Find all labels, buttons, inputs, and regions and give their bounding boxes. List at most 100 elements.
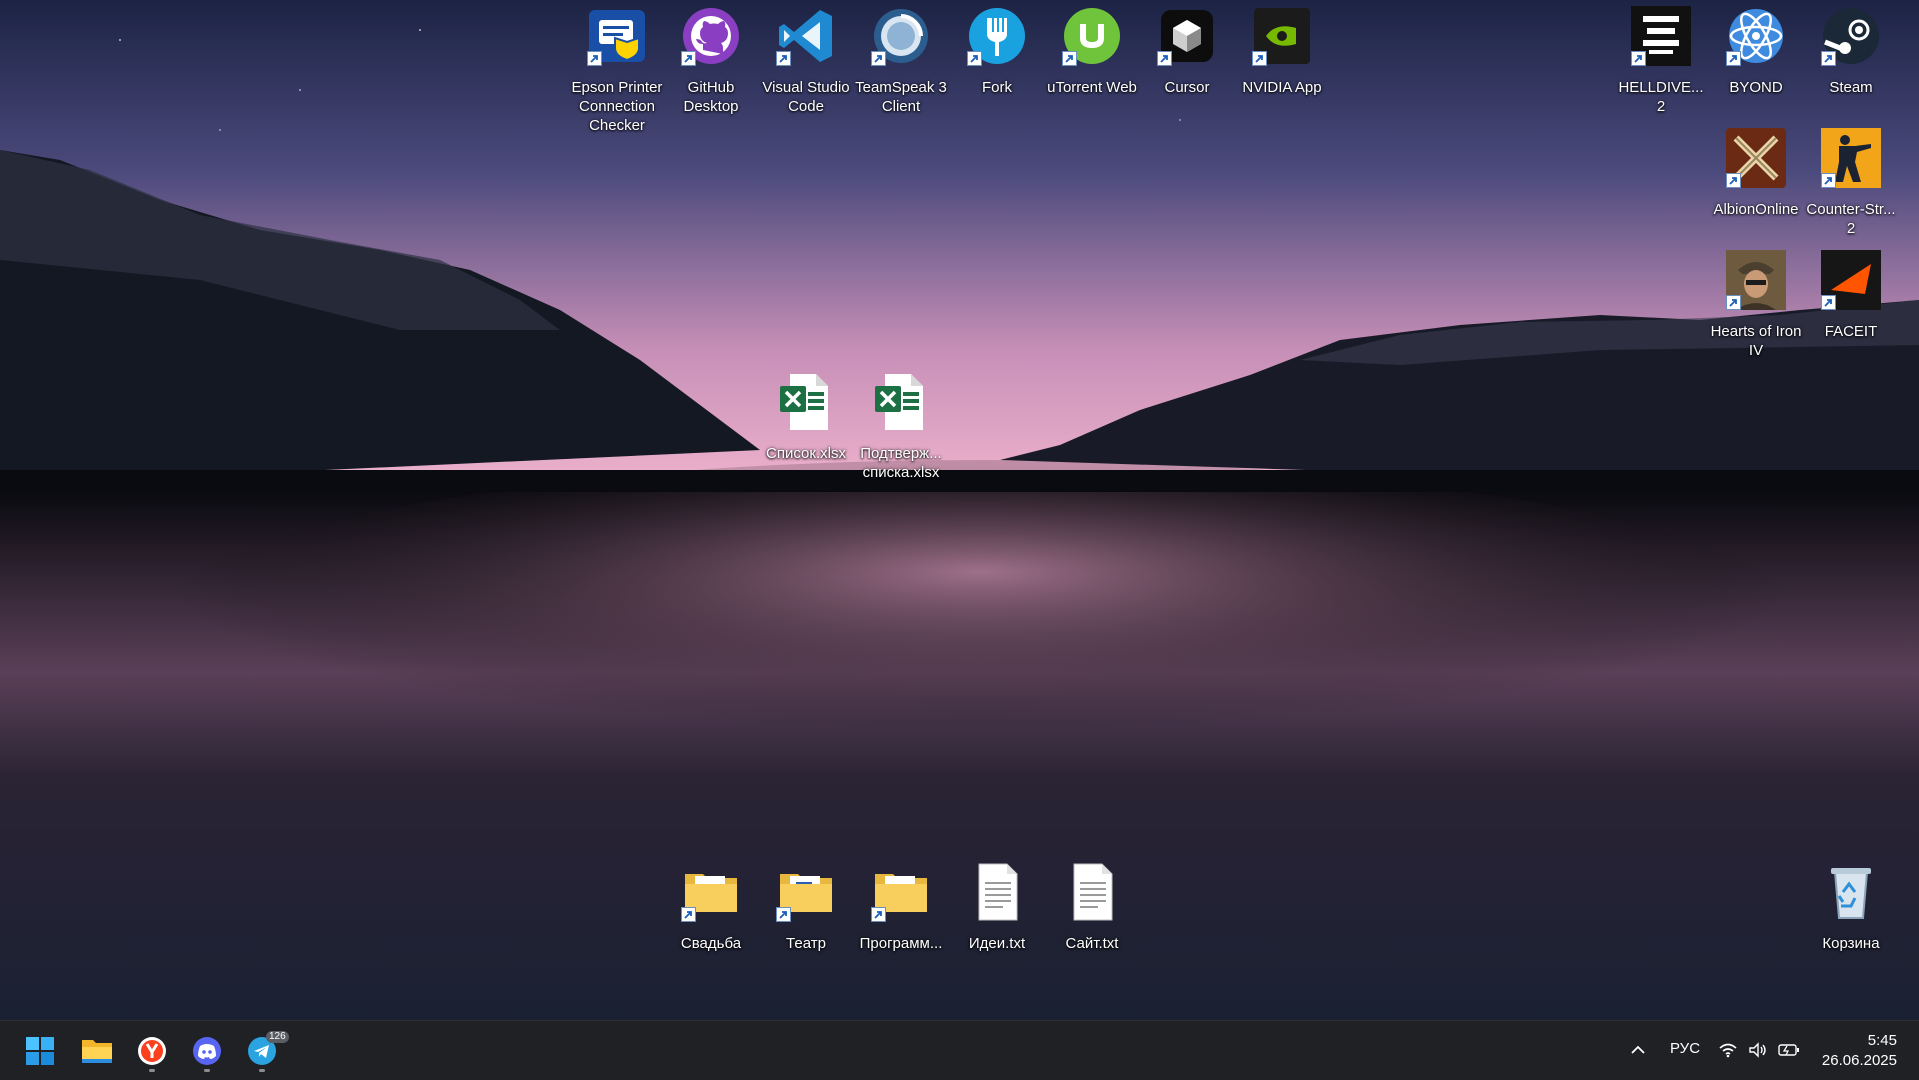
shortcut-arrow-icon: [871, 51, 886, 66]
shortcut-arrow-icon: [1252, 51, 1267, 66]
icon-label: Fork: [982, 79, 1012, 96]
desktop-file-podtverzh[interactable]: Подтверж... списка.xlsx: [854, 372, 948, 482]
icon-label: Корзина: [1822, 935, 1880, 952]
icon-label: GitHub Desktop: [683, 79, 739, 115]
icon-label: Программ...: [859, 935, 943, 952]
icon-label: Epson Printer Connection Checker: [571, 79, 663, 134]
desktop-icon-nvidia[interactable]: NVIDIA App: [1235, 6, 1329, 97]
desktop-file-idei[interactable]: Идеи.txt: [950, 862, 1044, 953]
clock[interactable]: 5:45 26.06.2025: [1822, 1031, 1897, 1071]
shortcut-arrow-icon: [871, 907, 886, 922]
shortcut-arrow-icon: [967, 51, 982, 66]
taskbar-yandex-browser[interactable]: [130, 1029, 174, 1073]
yandex-browser-icon: [138, 1037, 166, 1065]
faceit-icon: [1821, 250, 1881, 310]
utorrent-icon: [1062, 6, 1122, 66]
icon-label: Steam: [1829, 79, 1873, 96]
icon-label: FACEIT: [1824, 323, 1878, 340]
icon-label: BYOND: [1729, 79, 1783, 96]
shortcut-arrow-icon: [1821, 295, 1836, 310]
volume-icon: [1749, 1042, 1766, 1058]
helldivers-icon: [1631, 6, 1691, 66]
desktop-file-spisok[interactable]: Список.xlsx: [759, 372, 853, 463]
shortcut-arrow-icon: [1726, 173, 1741, 188]
desktop-icon-cursor[interactable]: Cursor: [1140, 6, 1234, 97]
github-icon: [681, 6, 741, 66]
folder-icon: [681, 862, 741, 922]
nvidia-icon: [1252, 6, 1312, 66]
icon-label: Visual Studio Code: [762, 79, 850, 115]
desktop-icon-utorrent[interactable]: uTorrent Web: [1045, 6, 1139, 97]
input-language[interactable]: РУС: [1670, 1040, 1700, 1057]
icon-label: Идеи.txt: [968, 935, 1026, 952]
desktop-recycle-bin[interactable]: Корзина: [1804, 862, 1898, 953]
start-button[interactable]: [18, 1029, 62, 1073]
desktop-icon-faceit[interactable]: FACEIT: [1804, 250, 1898, 341]
desktop-icon-teamspeak[interactable]: TeamSpeak 3 Client: [854, 6, 948, 116]
shortcut-arrow-icon: [1726, 295, 1741, 310]
desktop-icon-epson[interactable]: Epson Printer Connection Checker: [570, 6, 664, 135]
folder-icon: [776, 862, 836, 922]
steam-icon: [1821, 6, 1881, 66]
desktop-icon-fork[interactable]: Fork: [950, 6, 1044, 97]
clock-date: 26.06.2025: [1821, 1052, 1897, 1069]
wifi-icon: [1719, 1043, 1737, 1058]
shortcut-arrow-icon: [1821, 51, 1836, 66]
icon-label: Театр: [786, 935, 826, 952]
taskbar-file-explorer[interactable]: [75, 1029, 119, 1073]
running-indicator: [259, 1069, 265, 1072]
desktop-icon-steam[interactable]: Steam: [1804, 6, 1898, 97]
taskbar-discord[interactable]: [185, 1029, 229, 1073]
albion-icon: [1726, 128, 1786, 188]
icon-label: Counter-Str... 2: [1806, 201, 1896, 237]
chevron-up-icon: [1631, 1045, 1645, 1054]
desktop-icon-vscode[interactable]: Visual Studio Code: [759, 6, 853, 116]
battery-icon: [1778, 1044, 1799, 1056]
shortcut-arrow-icon: [1821, 173, 1836, 188]
desktop[interactable]: Epson Printer Connection Checker GitHub …: [0, 0, 1919, 1020]
shortcut-arrow-icon: [681, 51, 696, 66]
counter-strike-icon: [1821, 128, 1881, 188]
desktop-file-sait[interactable]: Сайт.txt: [1045, 862, 1139, 953]
desktop-icon-helldivers[interactable]: HELLDIVE... 2: [1614, 6, 1708, 116]
discord-icon: [193, 1037, 221, 1065]
icon-label: Свадьба: [680, 935, 742, 952]
teamspeak-icon: [871, 6, 931, 66]
text-file-icon: [967, 862, 1027, 922]
folder-icon: [871, 862, 931, 922]
running-indicator: [204, 1069, 210, 1072]
icon-label: Cursor: [1164, 79, 1210, 96]
icon-label: NVIDIA App: [1242, 79, 1322, 96]
show-hidden-icons-button[interactable]: [1626, 1036, 1650, 1064]
shortcut-arrow-icon: [776, 51, 791, 66]
icon-label: Hearts of Iron IV: [1710, 323, 1802, 359]
icon-label: Подтверж... списка.xlsx: [860, 445, 942, 481]
file-explorer-icon: [82, 1040, 112, 1063]
cursor-icon: [1157, 6, 1217, 66]
text-file-icon: [1062, 862, 1122, 922]
windows-start-icon: [26, 1037, 54, 1065]
shortcut-arrow-icon: [1157, 51, 1172, 66]
clock-time: 5:45: [1867, 1032, 1897, 1049]
icon-label: TeamSpeak 3 Client: [855, 79, 947, 115]
taskbar-telegram[interactable]: 126: [240, 1029, 289, 1073]
icon-label: HELLDIVE... 2: [1618, 79, 1704, 115]
icon-label: uTorrent Web: [1047, 79, 1137, 96]
epson-printer-icon: [587, 6, 647, 66]
desktop-folder-programm[interactable]: Программ...: [854, 862, 948, 953]
quick-settings[interactable]: [1718, 1035, 1808, 1065]
shortcut-arrow-icon: [681, 907, 696, 922]
desktop-icon-byond[interactable]: BYOND: [1709, 6, 1803, 97]
desktop-folder-teatr[interactable]: Театр: [759, 862, 853, 953]
fork-icon: [967, 6, 1027, 66]
excel-file-icon: [776, 372, 836, 432]
desktop-icon-albion[interactable]: AlbionOnline: [1709, 128, 1803, 219]
desktop-icon-hearts-of-iron[interactable]: Hearts of Iron IV: [1709, 250, 1803, 360]
shortcut-arrow-icon: [1062, 51, 1077, 66]
byond-icon: [1726, 6, 1786, 66]
desktop-folder-svadba[interactable]: Свадьба: [664, 862, 758, 953]
notification-badge: 126: [266, 1031, 289, 1043]
desktop-icon-counter-strike[interactable]: Counter-Str... 2: [1804, 128, 1898, 238]
running-indicator: [149, 1069, 155, 1072]
desktop-icon-github[interactable]: GitHub Desktop: [664, 6, 758, 116]
